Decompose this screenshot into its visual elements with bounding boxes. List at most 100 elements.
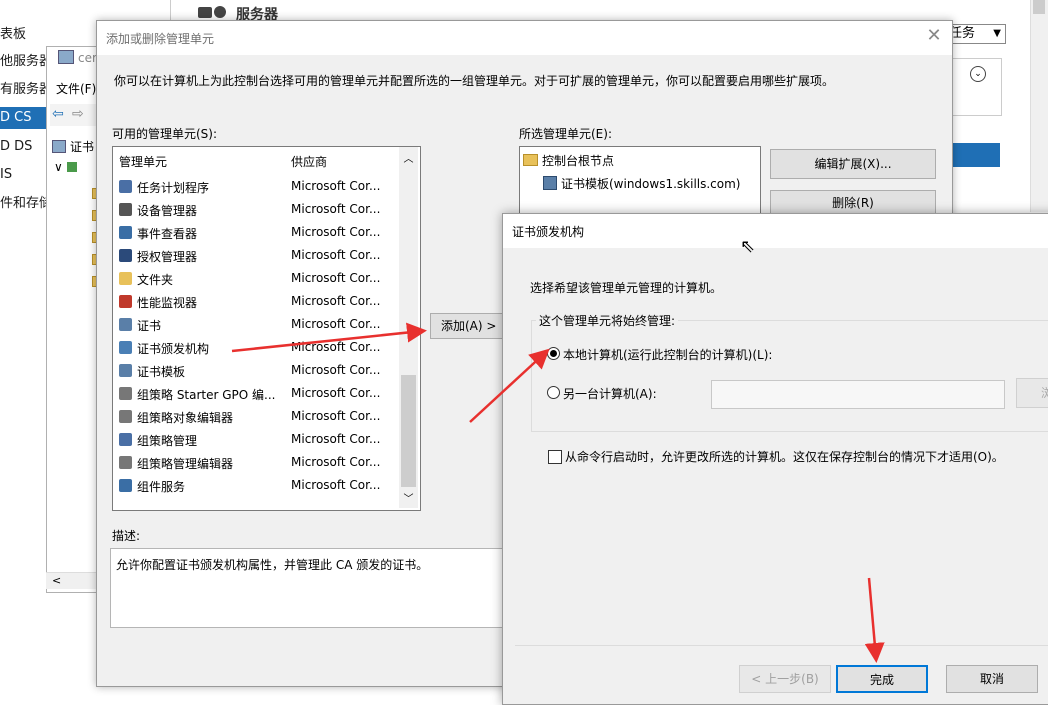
selected-root-label: 控制台根节点 <box>542 154 615 168</box>
selected-server-row[interactable] <box>948 143 1000 167</box>
page-scrollbar-thumb[interactable] <box>1033 0 1045 14</box>
snapin-list-item[interactable]: 组策略 Starter GPO 编... Microsoft Cor... <box>113 382 398 405</box>
description-text: 允许你配置证书颁发机构属性，并管理此 CA 颁发的证书。 <box>116 558 429 572</box>
server-manager-sidebar <box>0 0 50 693</box>
forward-arrow-icon[interactable]: ⇨ <box>72 106 84 122</box>
selected-root-node[interactable]: 控制台根节点 <box>523 152 614 169</box>
authorization-icon <box>119 249 132 262</box>
mmc-tree-root[interactable]: 证书 <box>52 138 94 155</box>
cert-icon <box>52 140 66 153</box>
snapin-vendor: Microsoft Cor... <box>291 294 381 308</box>
snapin-vendor: Microsoft Cor... <box>291 363 381 377</box>
snapin-list-item[interactable]: 文件夹 Microsoft Cor... <box>113 267 398 290</box>
folder-icon <box>523 154 538 166</box>
selected-snapin-label: 证书模板(windows1.skills.com) <box>561 177 741 191</box>
tasks-dropdown[interactable]: 任务 ▼ <box>944 24 1006 44</box>
clock-icon <box>119 180 132 193</box>
close-icon[interactable]: ✕ <box>924 26 944 46</box>
column-header-snapin[interactable]: 管理单元 <box>119 153 167 170</box>
snapin-list-item[interactable]: 组策略管理编辑器 Microsoft Cor... <box>113 451 398 474</box>
snapin-name: 组策略管理 <box>137 434 198 448</box>
selected-snapin-item[interactable]: 证书模板(windows1.skills.com) <box>543 175 741 192</box>
certificate-template-icon <box>543 176 557 190</box>
scroll-up-icon[interactable]: ︿ <box>401 150 416 166</box>
snapin-name: 组件服务 <box>137 480 186 494</box>
gpo-icon <box>119 387 132 400</box>
snapin-list-item[interactable]: 授权管理器 Microsoft Cor... <box>113 244 398 267</box>
device-manager-icon <box>119 203 132 216</box>
chevron-down-icon: ∨ <box>54 160 63 174</box>
snapin-name: 组策略对象编辑器 <box>137 411 234 425</box>
another-computer-radio[interactable] <box>547 386 560 399</box>
snapin-list-item[interactable]: 组策略对象编辑器 Microsoft Cor... <box>113 405 398 428</box>
mmc-tree-root-label: 证书 <box>70 140 95 154</box>
another-computer-label[interactable]: 另一台计算机(A): <box>563 385 657 402</box>
event-viewer-icon <box>119 226 132 239</box>
page-scrollbar[interactable] <box>1030 0 1048 212</box>
snapin-vendor: Microsoft Cor... <box>291 271 381 285</box>
available-list-scroll-thumb[interactable] <box>401 375 416 487</box>
column-header-vendor[interactable]: 供应商 <box>291 153 327 170</box>
snapin-list-item[interactable]: 证书 Microsoft Cor... <box>113 313 398 336</box>
sidebar-item-dashboard[interactable]: 表板 <box>0 24 60 46</box>
component-services-icon <box>119 479 132 492</box>
snapin-name: 证书颁发机构 <box>137 342 210 356</box>
dialog-titlebar <box>97 21 952 55</box>
snapin-list-item[interactable]: 证书颁发机构 Microsoft Cor... <box>113 336 398 359</box>
scroll-down-icon[interactable]: ﹀ <box>401 490 416 506</box>
selected-snapins-label: 所选管理单元(E): <box>519 127 612 141</box>
snapin-list-item[interactable]: 设备管理器 Microsoft Cor... <box>113 198 398 221</box>
certificate-template-icon <box>119 364 132 377</box>
snapin-name: 组策略管理编辑器 <box>137 457 234 471</box>
server-icon <box>198 7 212 18</box>
snapin-list-item[interactable]: 证书模板 Microsoft Cor... <box>113 359 398 382</box>
description-label: 描述: <box>112 529 141 543</box>
performance-icon <box>119 295 132 308</box>
mmc-menu-file[interactable]: 文件(F) <box>56 80 96 97</box>
gpo-editor-icon <box>119 410 132 423</box>
finish-button[interactable]: 完成 <box>836 665 928 693</box>
snapin-list-item[interactable]: 事件查看器 Microsoft Cor... <box>113 221 398 244</box>
local-computer-radio[interactable] <box>547 347 560 360</box>
managed-computer-group-label: 这个管理单元将始终管理: <box>536 312 679 329</box>
mouse-cursor-icon: ⇖ <box>740 236 756 257</box>
snapin-vendor: Microsoft Cor... <box>291 340 381 354</box>
snapin-name: 授权管理器 <box>137 250 198 264</box>
gp-management-icon <box>119 433 132 446</box>
browse-button[interactable]: 浏 <box>1016 378 1048 408</box>
edit-extensions-button[interactable]: 编辑扩展(X)... <box>770 149 936 179</box>
another-computer-input[interactable] <box>711 380 1005 409</box>
back-button[interactable]: < 上一步(B) <box>739 665 831 693</box>
snapin-vendor: Microsoft Cor... <box>291 248 381 262</box>
snapin-name: 证书 <box>137 319 162 333</box>
snapin-name: 设备管理器 <box>137 204 198 218</box>
snapin-vendor: Microsoft Cor... <box>291 179 381 193</box>
back-arrow-icon[interactable]: ⇦ <box>52 106 64 122</box>
add-button[interactable]: 添加(A) > <box>430 313 506 339</box>
mmc-tree-expander[interactable]: ∨ <box>54 160 77 174</box>
ca-dialog-titlebar <box>503 214 1048 248</box>
snapin-vendor: Microsoft Cor... <box>291 409 381 423</box>
gp-management-editor-icon <box>119 456 132 469</box>
available-snapins-list[interactable]: 管理单元 供应商 任务计划程序 Microsoft Cor... 设备管理器 Micr… <box>112 146 421 511</box>
snapin-vendor: Microsoft Cor... <box>291 386 381 400</box>
snapin-name: 组策略 Starter GPO 编... <box>137 388 276 402</box>
snapin-list-item[interactable]: 组策略管理 Microsoft Cor... <box>113 428 398 451</box>
mmc-window-title: cer <box>58 50 97 65</box>
snapin-list-item[interactable]: 任务计划程序 Microsoft Cor... <box>113 175 398 198</box>
allow-change-computer-label[interactable]: 从命令行启动时，允许更改所选的计算机。这仅在保存控制台的情况下才适用(O)。 <box>565 448 1004 465</box>
folder-icon <box>119 272 132 285</box>
snapin-vendor: Microsoft Cor... <box>291 202 381 216</box>
scroll-left-icon[interactable]: < <box>52 574 61 587</box>
allow-change-computer-checkbox[interactable] <box>548 450 562 464</box>
snapin-name: 文件夹 <box>137 273 174 287</box>
ca-dialog-title: 证书颁发机构 <box>512 225 585 239</box>
managed-computer-group <box>531 320 1048 432</box>
cancel-button[interactable]: 取消 <box>946 665 1038 693</box>
snapin-list-item[interactable]: 性能监视器 Microsoft Cor... <box>113 290 398 313</box>
local-computer-label[interactable]: 本地计算机(运行此控制台的计算机)(L): <box>563 346 772 363</box>
available-snapins-label: 可用的管理单元(S): <box>112 127 218 141</box>
expand-circle-icon[interactable]: ⌄ <box>970 66 986 82</box>
snapin-list-item[interactable]: 组件服务 Microsoft Cor... <box>113 474 398 497</box>
mmc-title-text: cer <box>78 51 97 65</box>
